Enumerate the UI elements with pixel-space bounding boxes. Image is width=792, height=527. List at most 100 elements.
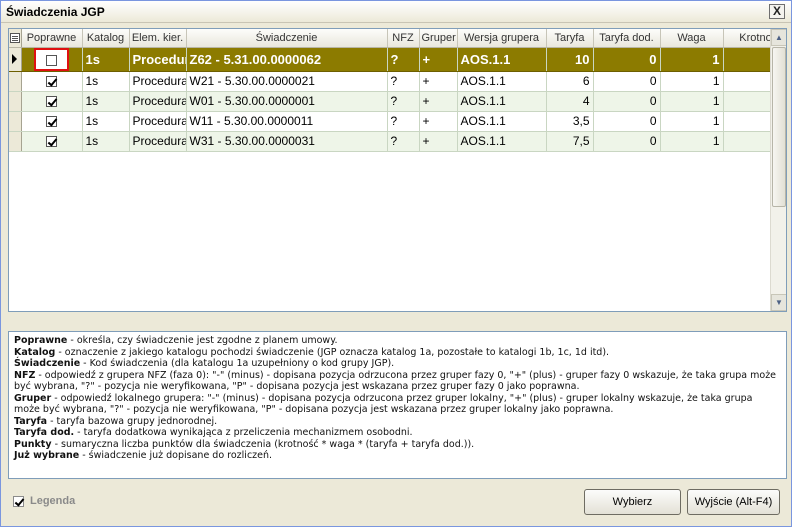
- table-row[interactable]: 1s Procedura W31 - 5.30.00.0000031 ? + A…: [9, 131, 771, 152]
- cell-elem-kier[interactable]: Procedura: [129, 131, 187, 152]
- cell-waga[interactable]: 1: [660, 47, 724, 72]
- checkbox-icon[interactable]: [46, 54, 57, 66]
- window-title: Świadczenia JGP: [6, 5, 105, 19]
- cell-swiadczenie[interactable]: W31 - 5.30.00.0000031: [186, 131, 388, 152]
- cell-poprawne[interactable]: [21, 91, 83, 112]
- cell-taryfa[interactable]: 4: [546, 91, 594, 112]
- cell-gruper[interactable]: +: [419, 91, 458, 112]
- cell-elem-kier[interactable]: Procedura: [129, 111, 187, 132]
- cell-taryfa-dod[interactable]: 0: [593, 131, 661, 152]
- cell-gruper[interactable]: +: [419, 131, 458, 152]
- cell-waga[interactable]: 1: [660, 71, 724, 92]
- scroll-up-button[interactable]: ▲: [771, 29, 786, 46]
- cell-taryfa[interactable]: 6: [546, 71, 594, 92]
- legend-term: NFZ: [14, 369, 36, 381]
- cell-nfz[interactable]: ?: [387, 91, 420, 112]
- legend-term: Taryfa dod.: [14, 427, 75, 438]
- checkbox-icon[interactable]: [46, 136, 57, 148]
- checkbox-icon[interactable]: [46, 76, 57, 88]
- cell-nfz[interactable]: ?: [387, 131, 420, 152]
- dialog-window: Świadczenia JGP X Poprawne Katalog Elem.…: [0, 0, 792, 527]
- cell-gruper[interactable]: +: [419, 47, 458, 72]
- legend-toggle[interactable]: Legenda: [13, 495, 75, 507]
- cell-krotnosc[interactable]: 1: [723, 47, 771, 72]
- column-header-waga[interactable]: Waga: [660, 29, 724, 48]
- checkbox-icon[interactable]: [46, 96, 57, 108]
- cell-taryfa[interactable]: 7,5: [546, 131, 594, 152]
- cell-nfz[interactable]: ?: [387, 47, 420, 72]
- cell-taryfa[interactable]: 10: [546, 47, 594, 72]
- cell-krotnosc[interactable]: 1: [723, 91, 771, 112]
- cell-taryfa-dod[interactable]: 0: [593, 91, 661, 112]
- column-header-wersja-grupera[interactable]: Wersja grupera: [457, 29, 547, 48]
- cell-elem-kier[interactable]: Procedura: [129, 71, 187, 92]
- cell-elem-kier[interactable]: Procedura: [129, 91, 187, 112]
- legend-term: Punkty: [14, 438, 52, 450]
- column-header-elem-kier[interactable]: Elem. kier.: [129, 29, 187, 48]
- cell-wersja[interactable]: AOS.1.1: [457, 131, 547, 152]
- wybierz-button[interactable]: Wybierz: [584, 489, 681, 515]
- cell-wersja[interactable]: AOS.1.1: [457, 111, 547, 132]
- column-header-poprawne[interactable]: Poprawne: [21, 29, 83, 48]
- cell-poprawne[interactable]: [21, 47, 83, 72]
- cell-gruper[interactable]: +: [419, 71, 458, 92]
- cell-gruper[interactable]: +: [419, 111, 458, 132]
- cell-krotnosc[interactable]: 1: [723, 131, 771, 152]
- vertical-scrollbar[interactable]: ▲ ▼: [770, 29, 786, 311]
- cell-wersja[interactable]: AOS.1.1: [457, 71, 547, 92]
- cell-poprawne[interactable]: [21, 111, 83, 132]
- cell-swiadczenie[interactable]: Z62 - 5.31.00.0000062: [186, 47, 388, 72]
- cell-katalog[interactable]: 1s: [82, 47, 130, 72]
- cell-katalog[interactable]: 1s: [82, 71, 130, 92]
- cell-swiadczenie[interactable]: W21 - 5.30.00.0000021: [186, 71, 388, 92]
- cell-poprawne[interactable]: [21, 131, 83, 152]
- column-header-katalog[interactable]: Katalog: [82, 29, 130, 48]
- table-row[interactable]: 1s Procedura Z62 - 5.31.00.0000062 ? + A…: [9, 47, 771, 72]
- services-grid: Poprawne Katalog Elem. kier. Świadczenie…: [8, 28, 787, 312]
- services-table: Poprawne Katalog Elem. kier. Świadczenie…: [9, 29, 771, 152]
- legend-line: Poprawne - określa, czy świadczenie jest…: [14, 335, 781, 347]
- table-row[interactable]: 1s Procedura W01 - 5.30.00.0000001 ? + A…: [9, 91, 771, 112]
- cell-taryfa-dod[interactable]: 0: [593, 111, 661, 132]
- grid-corner[interactable]: [9, 29, 22, 48]
- exit-button[interactable]: Wyjście (Alt-F4): [687, 489, 780, 515]
- cell-elem-kier[interactable]: Procedura: [129, 47, 187, 72]
- cell-swiadczenie[interactable]: W01 - 5.30.00.0000001: [186, 91, 388, 112]
- legend-term: Już wybrane: [14, 450, 80, 461]
- cell-taryfa-dod[interactable]: 0: [593, 71, 661, 92]
- table-row[interactable]: 1s Procedura W11 - 5.30.00.0000011 ? + A…: [9, 111, 771, 132]
- cell-taryfa-dod[interactable]: 0: [593, 47, 661, 72]
- legend-panel: Poprawne - określa, czy świadczenie jest…: [8, 331, 787, 479]
- cell-wersja[interactable]: AOS.1.1: [457, 91, 547, 112]
- column-header-taryfa[interactable]: Taryfa: [546, 29, 594, 48]
- legend-desc: - określa, czy świadczenie jest zgodne z…: [67, 335, 338, 346]
- column-header-krotnosc[interactable]: Krotność: [723, 29, 771, 48]
- legend-desc: - odpowiedź z grupera NFZ (faza 0): "-" …: [14, 369, 777, 393]
- cell-katalog[interactable]: 1s: [82, 111, 130, 132]
- cell-krotnosc[interactable]: 1: [723, 111, 771, 132]
- column-header-swiadczenie[interactable]: Świadczenie: [186, 29, 388, 48]
- cell-poprawne[interactable]: [21, 71, 83, 92]
- cell-nfz[interactable]: ?: [387, 111, 420, 132]
- cell-swiadczenie[interactable]: W11 - 5.30.00.0000011: [186, 111, 388, 132]
- cell-waga[interactable]: 1: [660, 111, 724, 132]
- arrow-right-icon: [12, 53, 18, 64]
- checkbox-icon[interactable]: [46, 116, 57, 128]
- scroll-thumb[interactable]: [772, 47, 786, 207]
- column-header-nfz[interactable]: NFZ: [387, 29, 420, 48]
- cell-nfz[interactable]: ?: [387, 71, 420, 92]
- column-header-gruper[interactable]: Gruper: [419, 29, 458, 48]
- cell-taryfa[interactable]: 3,5: [546, 111, 594, 132]
- scroll-down-button[interactable]: ▼: [771, 294, 786, 311]
- cell-katalog[interactable]: 1s: [82, 91, 130, 112]
- legend-checkbox-icon[interactable]: [13, 495, 24, 507]
- cell-wersja[interactable]: AOS.1.1: [457, 47, 547, 72]
- legend-desc: - odpowiedź lokalnego grupera: "-" (minu…: [14, 392, 753, 416]
- cell-katalog[interactable]: 1s: [82, 131, 130, 152]
- cell-waga[interactable]: 1: [660, 91, 724, 112]
- cell-krotnosc[interactable]: 1: [723, 71, 771, 92]
- close-button[interactable]: X: [769, 4, 785, 19]
- cell-waga[interactable]: 1: [660, 131, 724, 152]
- table-row[interactable]: 1s Procedura W21 - 5.30.00.0000021 ? + A…: [9, 71, 771, 92]
- column-header-taryfa-dod[interactable]: Taryfa dod.: [593, 29, 661, 48]
